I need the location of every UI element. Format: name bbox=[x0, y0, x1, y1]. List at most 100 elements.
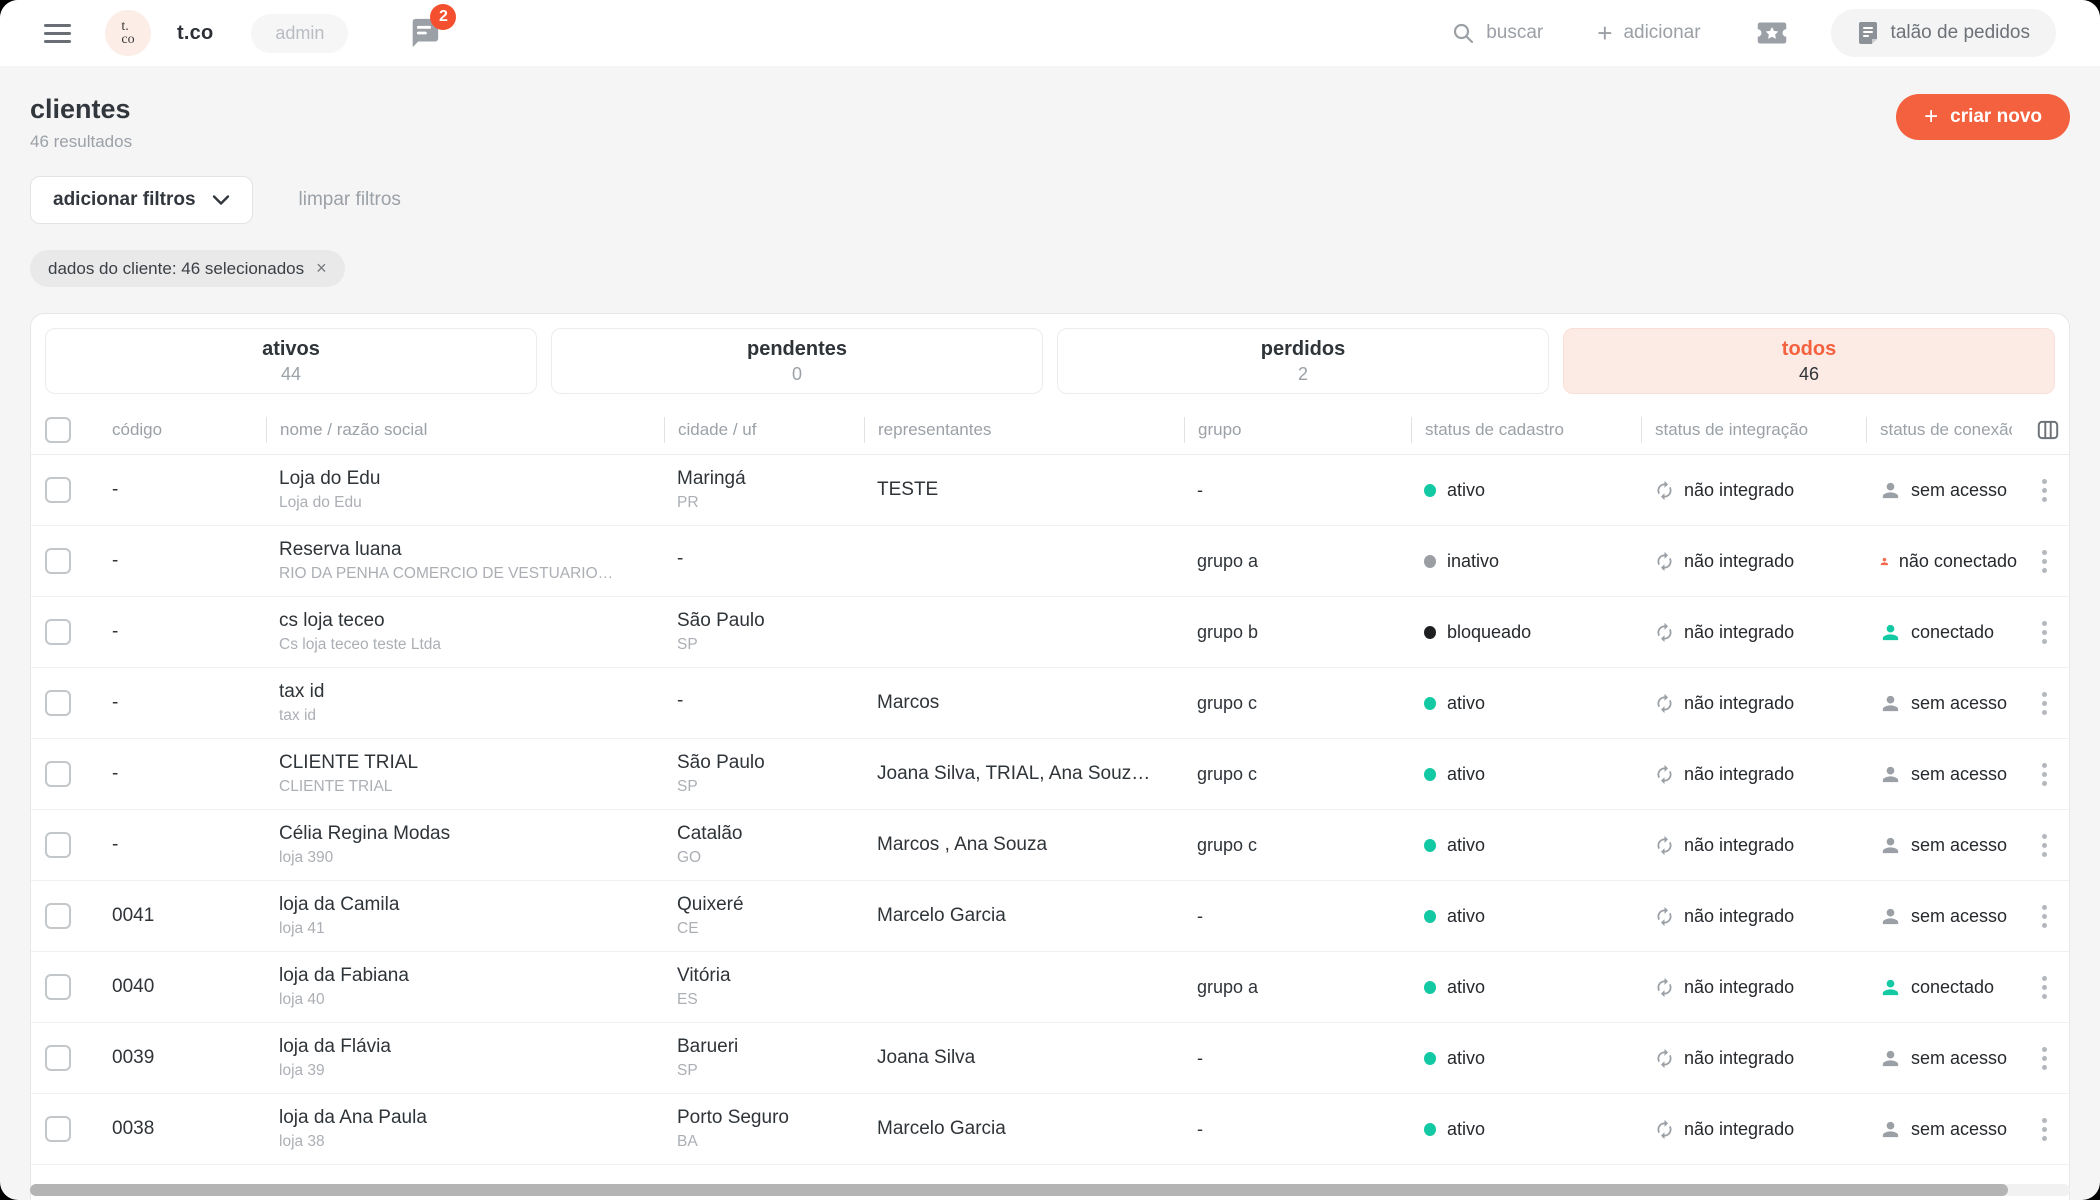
table-row[interactable]: 0038 loja da Ana Paula loja 38 Porto Seg… bbox=[31, 1094, 2069, 1165]
row-checkbox[interactable] bbox=[45, 690, 71, 716]
connection-status-label: sem acesso bbox=[1911, 906, 2007, 927]
tab-perdidos[interactable]: perdidos 2 bbox=[1057, 328, 1549, 394]
registration-status-label: ativo bbox=[1447, 693, 1485, 714]
row-checkbox[interactable] bbox=[45, 1045, 71, 1071]
integration-status-label: não integrado bbox=[1684, 764, 1794, 785]
add-button[interactable]: + adicionar bbox=[1597, 22, 1700, 44]
select-all-checkbox[interactable] bbox=[45, 417, 71, 443]
client-name: tax id bbox=[279, 681, 664, 704]
add-filters-label: adicionar filtros bbox=[53, 189, 196, 211]
row-checkbox[interactable] bbox=[45, 903, 71, 929]
table-row[interactable]: - cs loja teceo Cs loja teceo teste Ltda… bbox=[31, 597, 2069, 668]
table-row[interactable]: 0041 loja da Camila loja 41 Quixeré CE M… bbox=[31, 881, 2069, 952]
add-filters-dropdown[interactable]: adicionar filtros bbox=[30, 176, 253, 224]
row-checkbox[interactable] bbox=[45, 1116, 71, 1142]
horizontal-scrollbar-track[interactable] bbox=[30, 1184, 2070, 1196]
table-row[interactable]: 0039 loja da Flávia loja 39 Barueri SP J… bbox=[31, 1023, 2069, 1094]
column-header-cidade[interactable]: cidade / uf bbox=[664, 417, 864, 443]
column-header-codigo[interactable]: código bbox=[99, 420, 266, 440]
sync-icon bbox=[1654, 551, 1675, 572]
client-name: loja da Camila bbox=[279, 894, 664, 917]
tab-pendentes[interactable]: pendentes 0 bbox=[551, 328, 1043, 394]
client-group: grupo a bbox=[1184, 977, 1411, 998]
sync-icon bbox=[1654, 977, 1675, 998]
registration-status-dot bbox=[1424, 626, 1436, 639]
row-menu-kebab-icon[interactable] bbox=[2038, 617, 2051, 648]
columns-settings-icon[interactable] bbox=[2035, 417, 2061, 443]
registration-status-dot bbox=[1424, 697, 1436, 710]
client-group: - bbox=[1184, 1119, 1411, 1140]
row-checkbox[interactable] bbox=[45, 548, 71, 574]
registration-status-dot bbox=[1424, 1052, 1436, 1065]
tab-label: ativos bbox=[262, 338, 320, 361]
client-code: - bbox=[99, 692, 266, 714]
order-pad-button[interactable]: talão de pedidos bbox=[1831, 9, 2056, 57]
row-checkbox[interactable] bbox=[45, 761, 71, 787]
row-checkbox[interactable] bbox=[45, 832, 71, 858]
client-code: 0038 bbox=[99, 1118, 266, 1140]
create-new-button[interactable]: + criar novo bbox=[1896, 94, 2070, 140]
client-city: - bbox=[677, 548, 864, 571]
row-checkbox[interactable] bbox=[45, 477, 71, 503]
column-header-representantes[interactable]: representantes bbox=[864, 417, 1184, 443]
client-code: - bbox=[99, 479, 266, 501]
client-city: São Paulo bbox=[677, 610, 864, 633]
row-menu-kebab-icon[interactable] bbox=[2038, 475, 2051, 506]
sync-icon bbox=[1654, 835, 1675, 856]
row-checkbox[interactable] bbox=[45, 619, 71, 645]
table-row[interactable]: - Reserva luana RIO DA PENHA COMERCIO DE… bbox=[31, 526, 2069, 597]
client-name: Loja do Edu bbox=[279, 468, 664, 491]
client-representatives: Marcelo Garcia bbox=[864, 905, 1184, 927]
table-row[interactable]: - CLIENTE TRIAL CLIENTE TRIAL São Paulo … bbox=[31, 739, 2069, 810]
client-group: grupo c bbox=[1184, 693, 1411, 714]
favorites-ticket-button[interactable] bbox=[1753, 15, 1791, 51]
connection-status-label: sem acesso bbox=[1911, 835, 2007, 856]
client-legal-name: Loja do Edu bbox=[279, 494, 664, 513]
row-checkbox[interactable] bbox=[45, 974, 71, 1000]
notifications-button[interactable]: 2 bbox=[406, 16, 442, 50]
client-group: grupo c bbox=[1184, 764, 1411, 785]
order-pad-label: talão de pedidos bbox=[1891, 22, 2030, 44]
create-new-label: criar novo bbox=[1950, 106, 2042, 128]
tab-todos[interactable]: todos 46 bbox=[1563, 328, 2055, 394]
row-menu-kebab-icon[interactable] bbox=[2038, 546, 2051, 577]
client-legal-name: loja 38 bbox=[279, 1133, 664, 1152]
search-button[interactable]: buscar bbox=[1451, 21, 1543, 45]
column-header-status-integracao[interactable]: status de integração bbox=[1641, 417, 1866, 443]
row-menu-kebab-icon[interactable] bbox=[2038, 759, 2051, 790]
tab-ativos[interactable]: ativos 44 bbox=[45, 328, 537, 394]
table-row[interactable]: - Célia Regina Modas loja 390 Catalão GO… bbox=[31, 810, 2069, 881]
client-city: - bbox=[677, 690, 864, 713]
row-menu-kebab-icon[interactable] bbox=[2038, 972, 2051, 1003]
search-label: buscar bbox=[1486, 22, 1543, 44]
filter-chip[interactable]: dados do cliente: 46 selecionados × bbox=[30, 250, 345, 287]
client-legal-name: CLIENTE TRIAL bbox=[279, 778, 664, 797]
row-menu-kebab-icon[interactable] bbox=[2038, 1114, 2051, 1145]
table-row[interactable]: - Loja do Edu Loja do Edu Maringá PR TES… bbox=[31, 455, 2069, 526]
row-menu-kebab-icon[interactable] bbox=[2038, 688, 2051, 719]
column-header-nome[interactable]: nome / razão social bbox=[266, 417, 664, 443]
registration-status-label: ativo bbox=[1447, 764, 1485, 785]
remove-filter-icon[interactable]: × bbox=[316, 258, 327, 279]
row-menu-kebab-icon[interactable] bbox=[2038, 830, 2051, 861]
horizontal-scrollbar-thumb[interactable] bbox=[30, 1184, 2008, 1196]
clear-filters-link[interactable]: limpar filtros bbox=[299, 189, 401, 211]
table-row[interactable]: - tax id tax id - Marcos grupo c ativo n… bbox=[31, 668, 2069, 739]
column-header-grupo[interactable]: grupo bbox=[1184, 417, 1411, 443]
brand-logo[interactable]: t.co bbox=[105, 10, 151, 56]
client-legal-name: tax id bbox=[279, 707, 664, 726]
column-header-status-cadastro[interactable]: status de cadastro bbox=[1411, 417, 1641, 443]
client-group: grupo c bbox=[1184, 835, 1411, 856]
row-menu-kebab-icon[interactable] bbox=[2038, 1043, 2051, 1074]
row-menu-kebab-icon[interactable] bbox=[2038, 901, 2051, 932]
registration-status-dot bbox=[1424, 910, 1436, 923]
client-code: 0039 bbox=[99, 1047, 266, 1069]
client-state: SP bbox=[677, 778, 864, 797]
brand-name: t.co bbox=[177, 22, 213, 45]
filter-chip-label: dados do cliente: 46 selecionados bbox=[48, 259, 304, 279]
client-legal-name: RIO DA PENHA COMERCIO DE VESTUARIO… bbox=[279, 565, 664, 584]
column-header-status-conexao[interactable]: status de conexão bbox=[1866, 417, 2070, 443]
menu-icon[interactable] bbox=[44, 24, 71, 43]
client-city: Maringá bbox=[677, 468, 864, 491]
table-row[interactable]: 0040 loja da Fabiana loja 40 Vitória ES … bbox=[31, 952, 2069, 1023]
